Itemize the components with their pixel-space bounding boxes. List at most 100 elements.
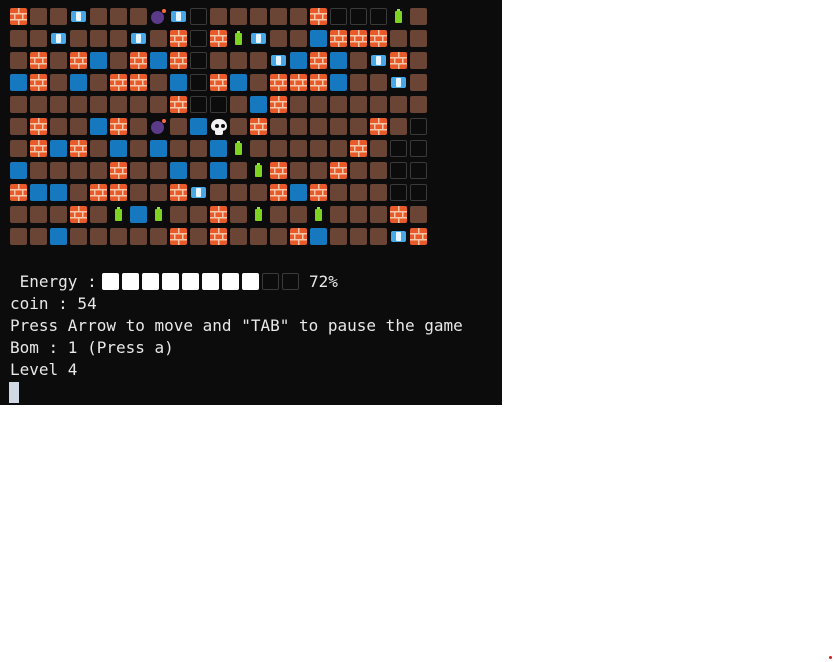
dirt-tile [370,184,387,201]
dirt-tile [10,140,27,157]
dirt-tile [290,118,307,135]
dirt-tile [90,8,107,25]
game-board [10,8,430,248]
energy-segment-filled [242,273,259,290]
coin-icon [270,52,287,69]
dirt-tile [270,30,287,47]
brick-tile [310,184,327,201]
water-tile [50,140,67,157]
empty-tile [390,162,407,179]
dirt-tile [210,52,227,69]
dirt-tile [50,96,67,113]
dirt-tile [310,118,327,135]
dirt-tile [410,8,427,25]
empty-tile [190,52,207,69]
brick-tile [110,118,127,135]
water-tile [330,52,347,69]
brick-tile [290,74,307,91]
dirt-tile [250,8,267,25]
water-tile [70,74,87,91]
energy-segment-empty [262,273,279,290]
dirt-tile [110,96,127,113]
dirt-tile [270,228,287,245]
corner-dot [829,656,832,659]
bomb-icon [150,118,167,135]
dirt-tile [170,140,187,157]
brick-tile [170,228,187,245]
dirt-tile [290,8,307,25]
water-tile [290,184,307,201]
dirt-tile [370,228,387,245]
dirt-tile [10,206,27,223]
dirt-tile [190,162,207,179]
brick-tile [310,74,327,91]
dirt-tile [50,162,67,179]
dirt-tile [390,118,407,135]
brick-tile [310,8,327,25]
brick-tile [30,52,47,69]
energy-segment-empty [282,273,299,290]
battery-icon [150,206,167,223]
energy-segment-filled [142,273,159,290]
brick-tile [110,162,127,179]
empty-tile [410,184,427,201]
brick-tile [130,74,147,91]
dirt-tile [130,8,147,25]
water-tile [150,140,167,157]
water-tile [290,52,307,69]
empty-tile [390,140,407,157]
brick-tile [210,30,227,47]
empty-tile [190,74,207,91]
dirt-tile [290,30,307,47]
dirt-tile [410,96,427,113]
dirt-tile [70,96,87,113]
dirt-tile [250,140,267,157]
coin-icon [370,52,387,69]
energy-segment-filled [222,273,239,290]
dirt-tile [310,140,327,157]
energy-percent: 72% [309,272,338,291]
brick-tile [210,206,227,223]
water-tile [150,52,167,69]
dirt-tile [30,8,47,25]
energy-segment-filled [122,273,139,290]
dirt-tile [130,140,147,157]
dirt-tile [30,96,47,113]
brick-tile [170,52,187,69]
battery-icon [110,206,127,223]
bomb-icon [150,8,167,25]
water-tile [10,74,27,91]
dirt-tile [50,8,67,25]
brick-tile [70,140,87,157]
coin-icon [250,30,267,47]
dirt-tile [230,8,247,25]
brick-tile [10,184,27,201]
energy-label: Energy : [10,272,97,291]
brick-tile [30,118,47,135]
brick-tile [10,8,27,25]
dirt-tile [350,228,367,245]
dirt-tile [290,140,307,157]
battery-icon [230,30,247,47]
dirt-tile [10,118,27,135]
dirt-tile [410,74,427,91]
brick-tile [110,74,127,91]
dirt-tile [90,74,107,91]
brick-tile [290,228,307,245]
water-tile [330,74,347,91]
dirt-tile [390,96,407,113]
text-cursor [9,382,19,403]
water-tile [310,30,327,47]
brick-tile [30,74,47,91]
dirt-tile [350,206,367,223]
dirt-tile [230,52,247,69]
dirt-tile [110,30,127,47]
dirt-tile [130,118,147,135]
dirt-tile [10,96,27,113]
brick-tile [330,30,347,47]
dirt-tile [190,228,207,245]
game-terminal[interactable]: Energy : 72% coin : 54 Press Arrow to mo… [0,0,502,405]
empty-tile [410,140,427,157]
water-tile [130,206,147,223]
empty-tile [410,162,427,179]
